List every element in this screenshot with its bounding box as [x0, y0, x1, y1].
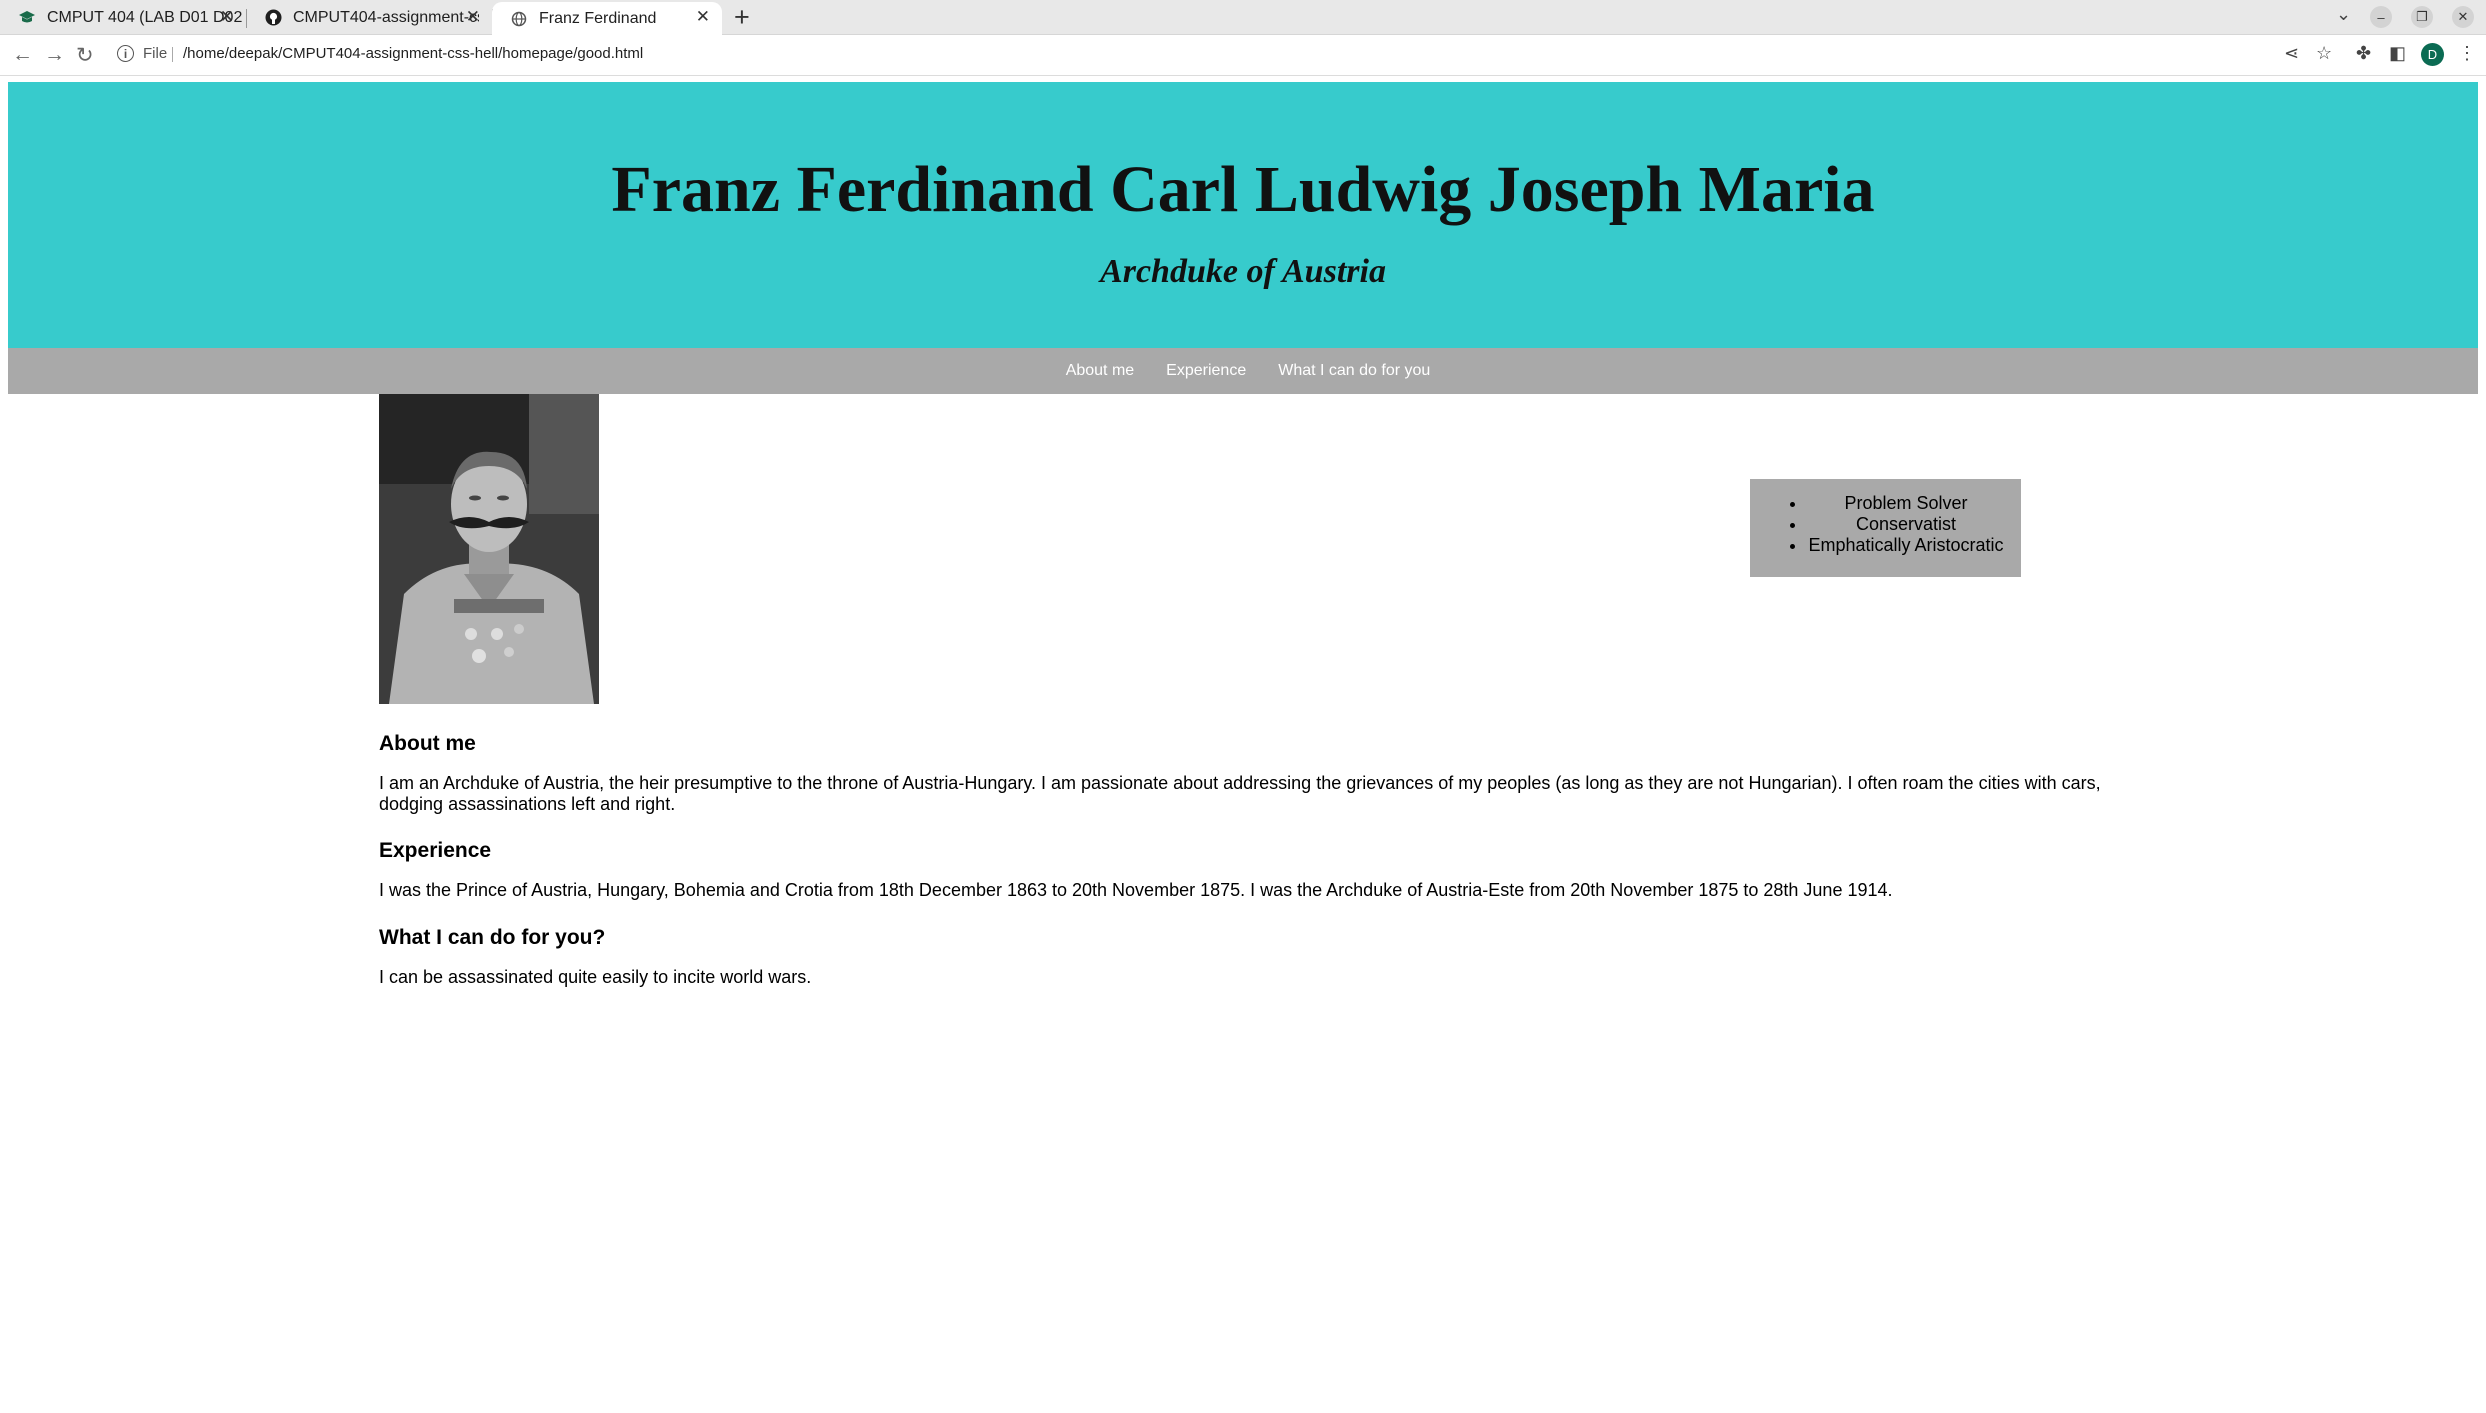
page-subtitle: Archduke of Austria: [1100, 253, 1386, 290]
minimize-icon[interactable]: –: [2370, 6, 2392, 28]
about-heading: About me: [379, 732, 476, 755]
new-tab-button[interactable]: +: [734, 2, 750, 33]
services-text-block: I can be assassinated quite easily to in…: [379, 967, 2159, 988]
trait-item: Conservatist: [1807, 514, 2005, 535]
services-section: What I can do for you?: [379, 926, 2159, 950]
nav-link-experience[interactable]: Experience: [1166, 362, 1246, 380]
address-bar: ← → ↻ i File /home/deepak/CMPUT404-assig…: [0, 35, 2486, 76]
experience-heading: Experience: [379, 839, 492, 862]
about-section: About me: [379, 732, 2159, 756]
back-arrow-icon[interactable]: ←: [12, 43, 33, 67]
page-viewport: Franz Ferdinand Carl Ludwig Joseph Maria…: [0, 76, 2486, 1413]
close-window-icon[interactable]: ✕: [2452, 6, 2474, 28]
nav-link-what-i-can-do[interactable]: What I can do for you: [1278, 362, 1430, 380]
file-scheme-label: File: [143, 45, 168, 62]
services-heading: What I can do for you?: [379, 926, 606, 949]
browser-tab-strip: CMPUT 404 (LAB D01 D02 ✕ CMPUT404-assign…: [0, 0, 2486, 35]
tab-title: CMPUT 404 (LAB D01 D02: [47, 8, 242, 26]
close-tab-icon[interactable]: ✕: [696, 7, 710, 27]
forward-arrow-icon[interactable]: →: [44, 43, 65, 67]
traits-box: Problem Solver Conservatist Emphatically…: [1750, 479, 2021, 577]
extensions-puzzle-icon[interactable]: ✤: [2356, 43, 2371, 64]
experience-text-block: I was the Prince of Austria, Hungary, Bo…: [379, 880, 2159, 901]
bookmark-star-icon[interactable]: ☆: [2316, 43, 2332, 64]
traits-list: Problem Solver Conservatist Emphatically…: [1750, 493, 2005, 556]
experience-text: I was the Prince of Austria, Hungary, Bo…: [379, 880, 1893, 900]
portrait-illustration: [379, 394, 599, 704]
trait-item: Emphatically Aristocratic: [1807, 535, 2005, 556]
nav-link-about-me[interactable]: About me: [1066, 362, 1134, 380]
globe-icon: [510, 10, 528, 28]
services-text: I can be assassinated quite easily to in…: [379, 967, 812, 987]
menu-kebab-icon[interactable]: ⋮: [2458, 43, 2476, 64]
profile-avatar[interactable]: D: [2421, 43, 2444, 66]
about-text: I am an Archduke of Austria, the heir pr…: [379, 773, 2101, 814]
url-field[interactable]: /home/deepak/CMPUT404-assignment-css-hel…: [183, 45, 643, 62]
browser-tab[interactable]: CMPUT404-assignment-css ✕: [246, 2, 492, 33]
tab-title: CMPUT404-assignment-css: [293, 8, 479, 26]
address-separator: [172, 47, 173, 62]
github-icon: [264, 9, 282, 27]
close-tab-icon[interactable]: ✕: [466, 7, 480, 27]
tab-title: Franz Ferdinand: [539, 9, 657, 27]
portrait-photo: [379, 394, 599, 704]
close-tab-icon[interactable]: ✕: [220, 7, 234, 27]
trait-item: Problem Solver: [1807, 493, 2005, 514]
side-panel-icon[interactable]: ◧: [2389, 43, 2406, 64]
restore-icon[interactable]: ❐: [2411, 6, 2433, 28]
browser-tab-active[interactable]: Franz Ferdinand ✕: [492, 2, 722, 35]
browser-tab[interactable]: CMPUT 404 (LAB D01 D02 ✕: [0, 2, 246, 33]
share-icon[interactable]: ⋖: [2284, 43, 2299, 64]
tab-search-icon[interactable]: ⌄: [2336, 4, 2351, 25]
about-text-block: I am an Archduke of Austria, the heir pr…: [379, 773, 2159, 815]
reload-icon[interactable]: ↻: [76, 43, 94, 68]
page-title: Franz Ferdinand Carl Ludwig Joseph Maria: [611, 153, 1875, 226]
graduation-cap-icon: [18, 9, 36, 27]
info-icon[interactable]: i: [117, 45, 134, 62]
experience-section: Experience: [379, 839, 2159, 863]
nav-bar: About me Experience What I can do for yo…: [8, 348, 2478, 394]
page-header: Franz Ferdinand Carl Ludwig Joseph Maria…: [8, 82, 2478, 348]
